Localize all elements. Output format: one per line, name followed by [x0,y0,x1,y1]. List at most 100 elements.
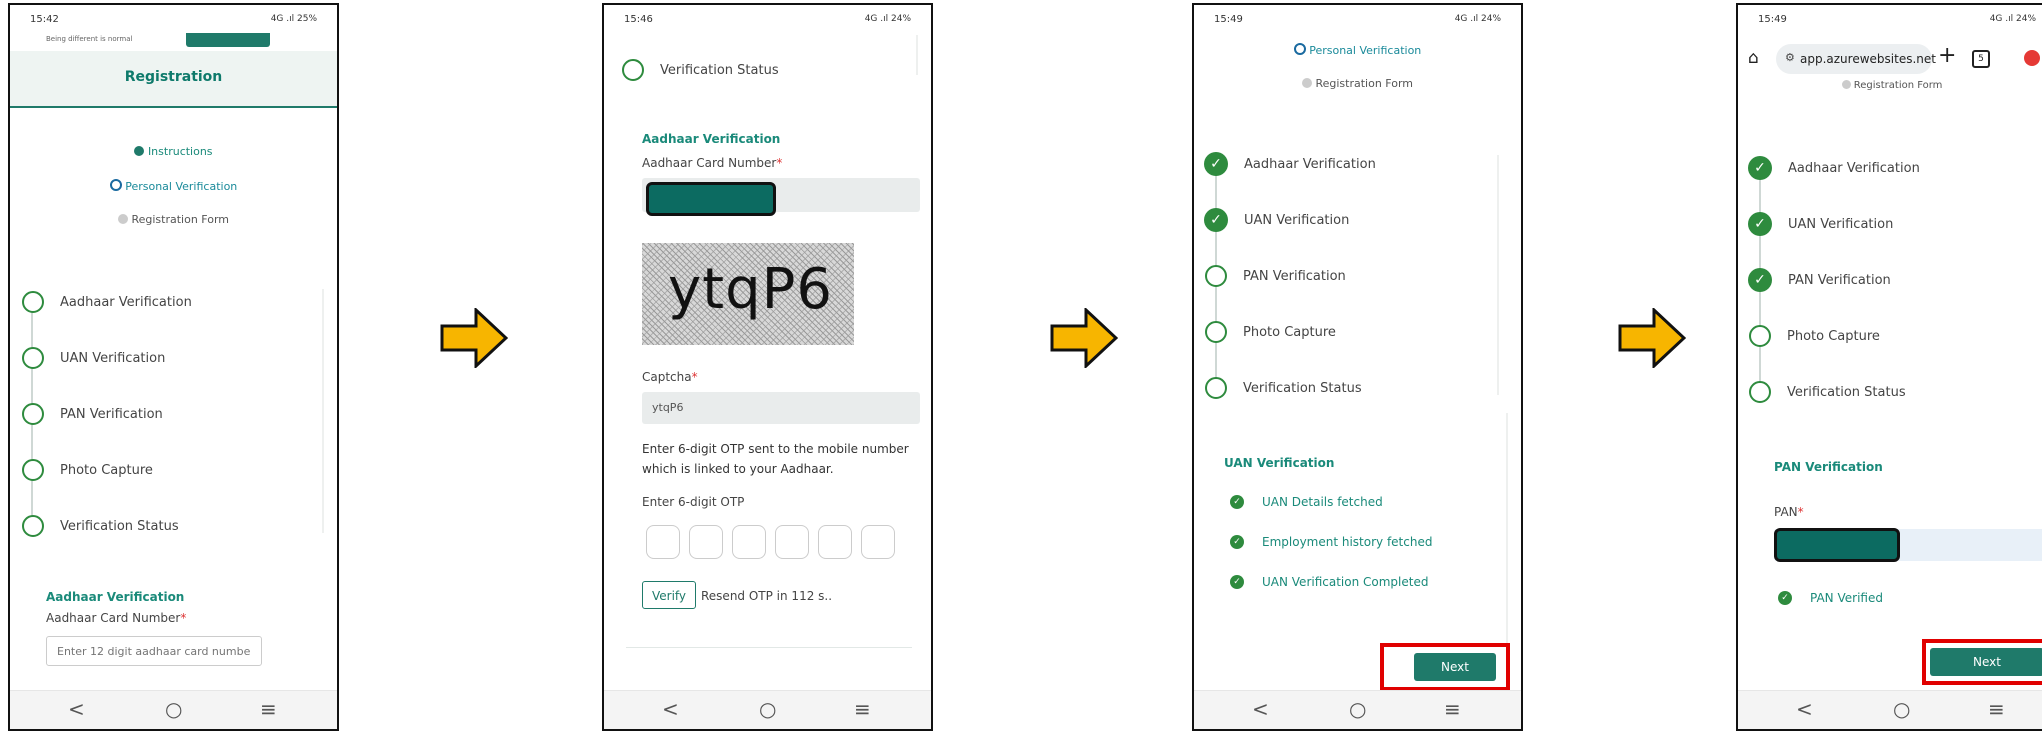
breadcrumb-personal[interactable]: Personal Verification [10,179,337,193]
step-label: Photo Capture [60,462,153,478]
recents-icon[interactable]: ≡ [260,697,277,721]
step-photo[interactable]: Photo Capture [1749,321,1880,351]
captcha-label: Captcha* [642,370,698,384]
back-icon[interactable]: < [662,697,679,721]
empty-circle-icon [22,403,44,425]
breadcrumb-label: Personal Verification [125,180,238,193]
captcha-text: ytqP6 [668,257,834,322]
check-circle-icon: ✓ [1230,575,1244,589]
breadcrumb-label: Registration Form [1315,77,1414,90]
phone-screen-2: 15:46 4G .ıl 24% Verification Status Aad… [602,3,933,731]
new-tab-icon[interactable]: + [1938,43,1956,68]
resend-otp-text: Resend OTP in 112 s.. [701,589,833,603]
pan-verified-status: ✓ PAN Verified [1778,591,1883,605]
otp-info: Enter 6-digit OTP sent to the mobile num… [642,442,909,476]
status-time: 15:42 [30,14,59,25]
site-settings-icon[interactable]: ⚙ [1785,51,1795,64]
section-title: Aadhaar Verification [46,590,185,604]
grey-dot-icon [1841,80,1851,89]
empty-circle-icon [1205,321,1227,343]
step-uan[interactable]: UAN Verification [22,343,165,373]
ring-icon [1293,43,1306,55]
step-label: Aadhaar Verification [60,294,192,310]
step-uan[interactable]: ✓ UAN Verification [1204,205,1349,235]
breadcrumb-registration[interactable]: Registration Form [1194,77,1521,90]
home-icon[interactable]: ○ [165,697,182,721]
otp-box[interactable] [861,525,895,559]
breadcrumb-instructions[interactable]: Instructions [10,145,337,158]
otp-box[interactable] [689,525,723,559]
highlight-box [1380,643,1510,691]
empty-circle-icon [22,291,44,313]
page-title: Registration [124,69,223,85]
label-text: Aadhaar Card Number [642,156,777,170]
otp-box[interactable] [732,525,766,559]
step-status[interactable]: Verification Status [1749,377,1906,407]
checkmark-icon: ✓ [1204,152,1228,176]
status-time: 15:49 [1214,14,1243,25]
back-icon[interactable]: < [1796,697,1813,721]
tagline: Being different is normal [46,35,133,43]
empty-circle-icon [622,59,644,81]
step-status[interactable]: Verification Status [622,55,779,85]
otp-box[interactable] [775,525,809,559]
step-uan[interactable]: ✓ UAN Verification [1748,209,1893,239]
step-status[interactable]: Verification Status [1205,373,1362,403]
breadcrumb-label: Registration Form [1853,80,1943,91]
stepper-right-border [1506,413,1508,673]
aadhaar-label: Aadhaar Card Number* [642,156,782,170]
recents-icon[interactable]: ≡ [854,697,871,721]
checkmark-icon: ✓ [1204,208,1228,232]
checkmark-icon: ✓ [1748,212,1772,236]
url-bar[interactable]: ⚙ app.azurewebsites.net [1776,44,1936,74]
result-uan-details: ✓ UAN Details fetched [1230,495,1383,509]
aadhaar-label: Aadhaar Card Number* [46,611,186,625]
required-mark: * [691,370,698,384]
extension-icon[interactable] [2024,50,2040,66]
tab-switcher-icon[interactable]: 5 [1972,50,1990,68]
status-bar: 15:42 4G .ıl 25% [10,5,337,35]
home-icon[interactable]: ○ [1893,697,1910,721]
verify-button[interactable]: Verify [642,581,696,609]
step-label: Photo Capture [1787,328,1880,344]
step-aadhaar[interactable]: ✓ Aadhaar Verification [1748,153,1920,183]
required-mark: * [1797,505,1804,519]
section-title: PAN Verification [1774,460,1883,474]
recents-icon[interactable]: ≡ [1444,697,1461,721]
header-button[interactable] [186,33,270,47]
step-aadhaar[interactable]: ✓ Aadhaar Verification [1204,149,1376,179]
result-label: PAN Verified [1810,591,1883,605]
step-status[interactable]: Verification Status [22,511,179,541]
stepper-right-border [322,289,324,533]
divider [626,647,912,648]
home-icon[interactable]: ○ [759,697,776,721]
breadcrumb-registration[interactable]: Registration Form [1738,80,2042,91]
otp-boxes [646,525,895,559]
empty-circle-icon [22,459,44,481]
step-pan[interactable]: PAN Verification [1205,261,1346,291]
check-circle-icon: ✓ [1230,535,1244,549]
step-aadhaar[interactable]: Aadhaar Verification [22,287,192,317]
home-button-icon[interactable]: ⌂ [1748,48,1759,68]
back-icon[interactable]: < [1252,697,1269,721]
empty-circle-icon [1749,381,1771,403]
breadcrumb-personal[interactable]: Personal Verification [1194,43,1521,57]
step-pan[interactable]: PAN Verification [22,399,163,429]
step-label: Aadhaar Verification [1244,156,1376,172]
captcha-input[interactable]: ytqP6 [642,392,920,424]
recents-icon[interactable]: ≡ [1988,697,2005,721]
aadhaar-input[interactable] [46,636,262,666]
step-pan[interactable]: ✓ PAN Verification [1748,265,1891,295]
otp-box[interactable] [818,525,852,559]
breadcrumb-registration[interactable]: Registration Form [10,213,337,226]
step-label: PAN Verification [1788,272,1891,288]
step-photo[interactable]: Photo Capture [1205,317,1336,347]
status-signal: 4G .ıl 25% [270,14,317,24]
required-mark: * [776,156,783,170]
back-icon[interactable]: < [68,697,85,721]
otp-box[interactable] [646,525,680,559]
home-icon[interactable]: ○ [1349,697,1366,721]
status-signal: 4G .ıl 24% [1989,14,2036,24]
step-photo[interactable]: Photo Capture [22,455,153,485]
label-text: Aadhaar Card Number [46,611,181,625]
